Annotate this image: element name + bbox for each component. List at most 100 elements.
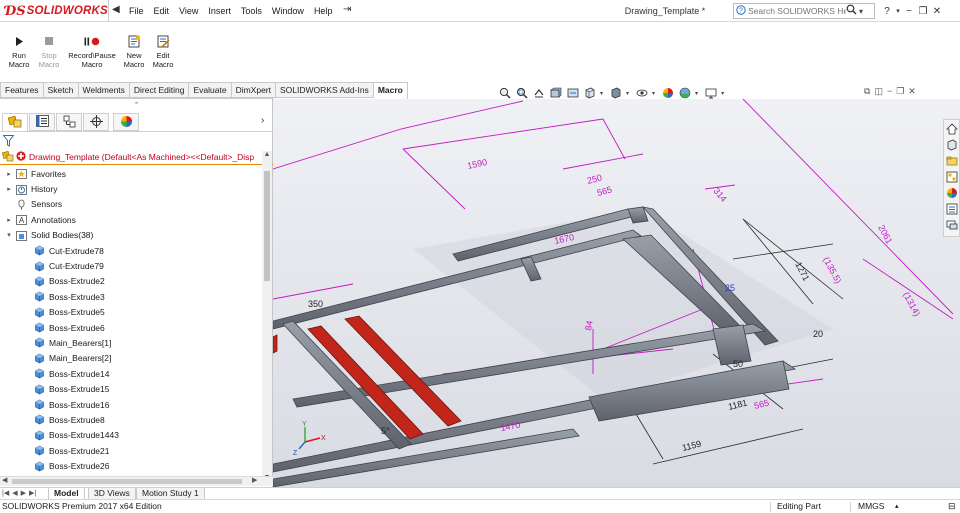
tile-window-icon[interactable]: ⧉ <box>864 86 870 97</box>
panel-splitter[interactable]: ⌖ <box>0 99 273 109</box>
record-pause-macro-button[interactable]: Record\Pause Macro <box>64 35 120 69</box>
dropdown-icon[interactable]: ▾ <box>721 90 724 97</box>
pin-menu-icon[interactable]: ⇥ <box>343 4 351 15</box>
help-dropdown-icon[interactable]: ▾ <box>894 7 902 15</box>
menu-view[interactable]: View <box>174 6 203 16</box>
tree-item-solid-body[interactable]: Boss-Extrude26 <box>0 458 262 473</box>
last-tab-icon[interactable]: ▶| <box>29 488 36 499</box>
dropdown-icon[interactable]: ▾ <box>695 90 698 97</box>
tab-features[interactable]: Features <box>0 82 44 98</box>
tree-item-solid-bodies[interactable]: ▾ Solid Bodies(38) <box>0 228 262 243</box>
expand-arrow-icon[interactable]: ▸ <box>3 216 15 224</box>
menu-insert[interactable]: Insert <box>203 6 236 16</box>
tree-item-solid-body[interactable]: Boss-Extrude1443 <box>0 428 262 443</box>
dropdown-icon[interactable]: ▾ <box>652 90 655 97</box>
magnifier-icon[interactable] <box>846 4 857 18</box>
previous-view-icon[interactable] <box>532 86 546 100</box>
tile-horizontal-icon[interactable]: ◫ <box>874 86 883 97</box>
solidworks-resources-icon[interactable] <box>944 121 959 136</box>
tab-direct-editing[interactable]: Direct Editing <box>129 82 190 98</box>
new-macro-button[interactable]: New Macro <box>120 35 148 69</box>
tree-item-solid-body[interactable]: Boss-Extrude15 <box>0 381 262 396</box>
tab-propertymanager[interactable] <box>29 113 55 131</box>
section-view-icon[interactable] <box>549 86 563 100</box>
tree-item-solid-body[interactable]: Boss-Extrude8 <box>0 412 262 427</box>
tab-solidworks-add-ins[interactable]: SOLIDWORKS Add-Ins <box>276 82 374 98</box>
tree-item-sensors[interactable]: Sensors <box>0 197 262 212</box>
first-tab-icon[interactable]: |◀ <box>2 488 9 499</box>
scrollbar-thumb[interactable] <box>264 171 270 281</box>
graphics-area[interactable]: 1590 250 565 314 2061 1271 (135.5) (1314… <box>273 99 960 487</box>
tree-item-annotations[interactable]: ▸ A Annotations <box>0 212 262 227</box>
view-palette-icon[interactable] <box>944 169 959 184</box>
doc-minimize-icon[interactable]: − <box>887 86 892 97</box>
zoom-to-fit-icon[interactable] <box>498 86 512 100</box>
tree-item-solid-body[interactable]: Main_Bearers[1] <box>0 335 262 350</box>
tab-macro[interactable]: Macro <box>373 82 408 99</box>
help-search-box[interactable]: ? ▾ <box>733 3 875 19</box>
tab-dimxpert[interactable]: DimXpert <box>231 82 276 98</box>
close-icon[interactable]: ✕ <box>930 6 944 17</box>
design-library-icon[interactable] <box>944 137 959 152</box>
dropdown-icon[interactable]: ▾ <box>626 90 629 97</box>
tab-evaluate[interactable]: Evaluate <box>189 82 232 98</box>
menu-window[interactable]: Window <box>267 6 309 16</box>
search-dropdown-icon[interactable]: ▾ <box>859 7 863 16</box>
tree-item-solid-body[interactable]: Boss-Extrude16 <box>0 397 262 412</box>
model-view[interactable]: 1590 250 565 314 2061 1271 (135.5) (1314… <box>273 99 960 487</box>
tab-sketch[interactable]: Sketch <box>43 82 79 98</box>
dynamic-annotation-icon[interactable] <box>566 86 580 100</box>
file-explorer-icon[interactable] <box>944 153 959 168</box>
view-orientation-icon[interactable] <box>583 86 597 100</box>
restore-icon[interactable]: ❐ <box>916 6 930 17</box>
filter-icon[interactable] <box>2 135 15 150</box>
forum-icon[interactable] <box>944 217 959 232</box>
tree-vertical-scrollbar[interactable]: ▲ ▼ <box>262 151 272 481</box>
custom-properties-icon[interactable] <box>944 201 959 216</box>
tree-item-solid-body[interactable]: Cut-Extrude78 <box>0 243 262 258</box>
tree-item-solid-body[interactable]: Boss-Extrude3 <box>0 289 262 304</box>
tree-item-solid-body[interactable]: Cut-Extrude79 <box>0 258 262 273</box>
tree-item-solid-body[interactable]: Boss-Extrude21 <box>0 443 262 458</box>
help-icon[interactable]: ? <box>880 6 894 17</box>
tab-displaymanager[interactable] <box>113 113 139 131</box>
tree-item-history[interactable]: ▸ History <box>0 181 262 196</box>
tree-item-solid-body[interactable]: Boss-Extrude5 <box>0 305 262 320</box>
tree-item-favorites[interactable]: ▸ Favorites <box>0 166 262 181</box>
scrollbar-thumb[interactable] <box>12 479 242 484</box>
solidworks-logo[interactable]: ƊS SOLIDWORKS <box>5 2 108 20</box>
run-macro-button[interactable]: Run Macro <box>5 35 33 69</box>
search-input[interactable] <box>748 6 846 16</box>
tree-root-part[interactable]: Drawing_Template (Default<As Machined><<… <box>0 150 273 165</box>
appearances-scenes-icon[interactable] <box>944 185 959 200</box>
tree-item-solid-body[interactable]: Main_Bearers[2] <box>0 351 262 366</box>
hide-show-items-icon[interactable] <box>635 86 649 100</box>
status-options-icon[interactable]: ⊟ <box>948 500 956 513</box>
edit-macro-button[interactable]: Edit Macro <box>149 35 177 69</box>
tab-featuremanager[interactable] <box>2 113 28 131</box>
tree-horizontal-scrollbar[interactable]: ◀ ▶ <box>0 476 273 486</box>
tab-weldments[interactable]: Weldments <box>78 82 130 98</box>
view-settings-icon[interactable] <box>704 86 718 100</box>
tree-item-solid-body[interactable]: Boss-Extrude2 <box>0 274 262 289</box>
menu-file[interactable]: File <box>124 6 149 16</box>
menu-edit[interactable]: Edit <box>149 6 175 16</box>
chevron-right-icon[interactable]: › <box>261 115 264 126</box>
prev-tab-icon[interactable]: ◀ <box>12 488 17 499</box>
apply-scene-icon[interactable] <box>678 86 692 100</box>
menu-tools[interactable]: Tools <box>236 6 267 16</box>
doc-close-icon[interactable]: ✕ <box>908 86 916 97</box>
stop-macro-button[interactable]: Stop Macro <box>35 35 63 69</box>
menu-expand-arrow-icon[interactable]: ◀ <box>112 4 120 15</box>
display-style-icon[interactable] <box>609 86 623 100</box>
tab-dimxpertmanager[interactable] <box>83 113 109 131</box>
next-tab-icon[interactable]: ▶ <box>21 488 26 499</box>
collapse-arrow-icon[interactable]: ▾ <box>3 231 15 239</box>
scroll-right-icon[interactable]: ▶ <box>252 476 257 484</box>
scroll-up-icon[interactable]: ▲ <box>262 151 272 158</box>
units-dropdown-icon[interactable]: ▴ <box>895 500 899 513</box>
expand-arrow-icon[interactable]: ▸ <box>3 170 15 178</box>
tree-item-solid-body[interactable]: Boss-Extrude14 <box>0 366 262 381</box>
doc-restore-icon[interactable]: ❐ <box>896 86 904 97</box>
tab-configurationmanager[interactable] <box>56 113 82 131</box>
